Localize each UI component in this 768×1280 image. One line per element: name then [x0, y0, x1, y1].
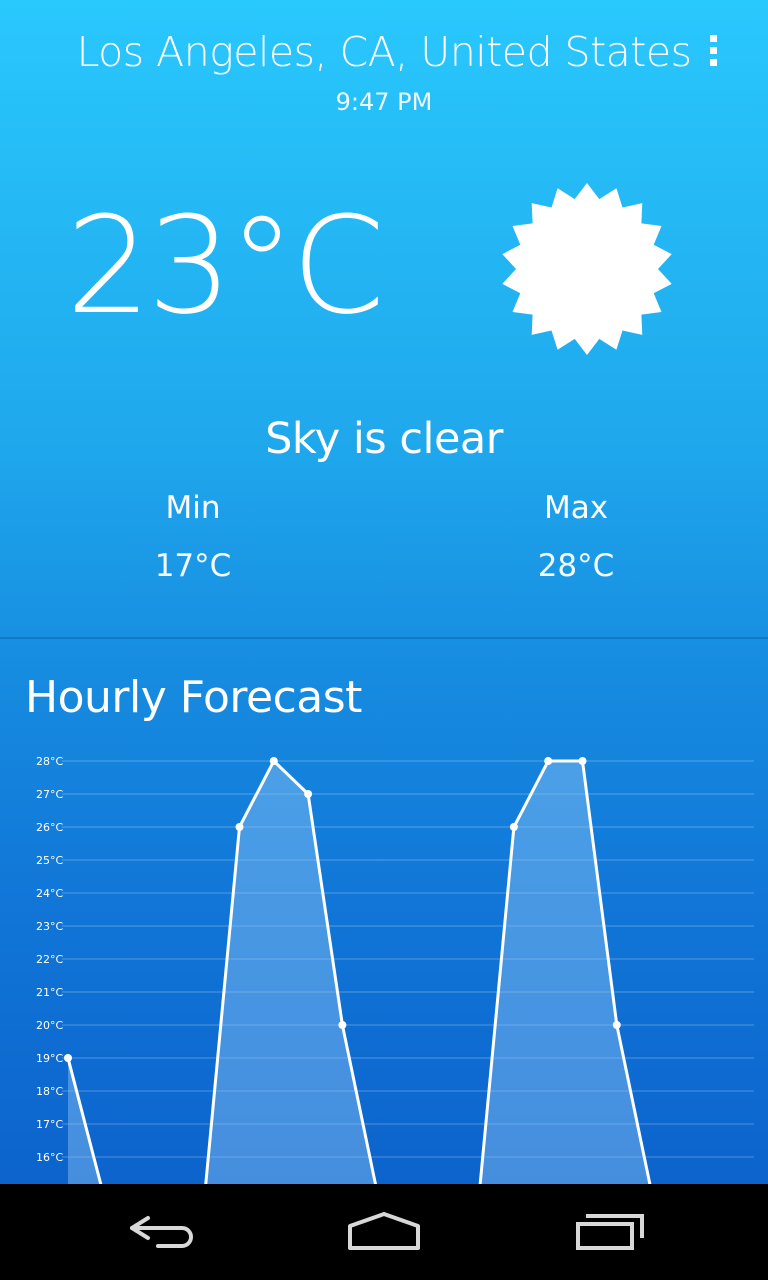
- screen: Los Angeles, CA, United States 9:47 PM 2…: [0, 0, 768, 1280]
- temperature-point: [64, 1054, 72, 1062]
- system-navigation-bar: [0, 1184, 768, 1280]
- current-time: 9:47 PM: [335, 88, 433, 116]
- hourly-forecast-chart: 28°C 27°C 26°C 25°C 24°C 23°C 22°C 21°C 20°C 19°C…: [0, 740, 768, 1184]
- hourly-chart-svg: 28°C 27°C 26°C 25°C 24°C 23°C 22°C 21°C 20°C 19°C…: [36, 755, 754, 1184]
- temperature-point: [269, 757, 278, 765]
- y-tick-label: 26°C: [36, 821, 63, 834]
- y-tick-label: 20°C: [36, 1019, 63, 1032]
- y-tick-label: 21°C: [36, 986, 63, 999]
- current-temperature: 23°C: [66, 188, 385, 344]
- min-label: Min: [165, 490, 221, 526]
- weather-app: Los Angeles, CA, United States 9:47 PM 2…: [0, 0, 768, 1184]
- hourly-forecast-title: Hourly Forecast: [25, 672, 362, 723]
- y-tick-label: 16°C: [36, 1151, 63, 1164]
- temperature-point: [304, 790, 313, 798]
- temperature-point: [612, 1021, 621, 1029]
- weather-condition: Sky is clear: [265, 414, 503, 464]
- home-button[interactable]: [324, 1198, 444, 1266]
- max-temperature: 28°C: [537, 548, 615, 584]
- temperature-point: [578, 757, 587, 765]
- temperature-point: [235, 823, 244, 831]
- recent-apps-button[interactable]: [550, 1198, 670, 1266]
- menu-dot: [709, 34, 717, 42]
- y-tick-label: 19°C: [36, 1052, 63, 1065]
- y-tick-label: 24°C: [36, 887, 63, 900]
- back-icon: [130, 1216, 193, 1248]
- min-temperature: 17°C: [154, 548, 232, 584]
- recent-apps-icon: [576, 1214, 644, 1250]
- sun-icon: [502, 183, 672, 355]
- location-title: Los Angeles, CA, United States: [76, 28, 692, 76]
- y-tick-label: 18°C: [36, 1085, 63, 1098]
- current-weather-panel: Los Angeles, CA, United States 9:47 PM 2…: [0, 0, 768, 638]
- max-label: Max: [543, 490, 609, 526]
- overflow-menu-icon[interactable]: [696, 30, 730, 70]
- temperature-area: [68, 761, 650, 1184]
- sun-shape: [502, 183, 672, 355]
- y-tick-label: 27°C: [36, 788, 63, 801]
- y-tick-label: 25°C: [36, 854, 63, 867]
- home-icon: [348, 1212, 420, 1250]
- y-tick-label: 28°C: [36, 755, 63, 768]
- y-tick-label: 17°C: [36, 1118, 63, 1131]
- menu-dot: [709, 46, 717, 54]
- section-divider: [0, 637, 768, 639]
- back-button[interactable]: [100, 1198, 220, 1266]
- temperature-point: [544, 757, 553, 765]
- menu-dot: [709, 58, 717, 66]
- temperature-point: [338, 1021, 347, 1029]
- y-tick-label: 22°C: [36, 953, 63, 966]
- y-tick-label: 23°C: [36, 920, 63, 933]
- temperature-point: [509, 823, 518, 831]
